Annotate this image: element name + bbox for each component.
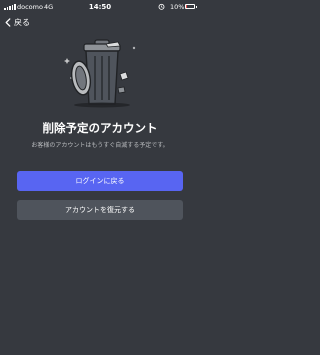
status-bar: docomo 4G 14:50 10%	[0, 0, 200, 14]
trash-can-illustration	[64, 39, 136, 108]
battery-level-fill	[186, 5, 187, 8]
page-title: 削除予定のアカウント	[42, 121, 158, 135]
battery-icon	[185, 4, 197, 9]
restore-account-button[interactable]: アカウントを復元する	[17, 200, 183, 220]
page-subtitle: お客様のアカウントはもうすぐ自滅する予定です。	[31, 142, 169, 149]
back-button[interactable]: 戻る	[4, 15, 30, 29]
return-to-login-button[interactable]: ログインに戻る	[17, 171, 183, 191]
back-label: 戻る	[14, 17, 30, 27]
chevron-left-icon	[5, 17, 11, 27]
battery-percentage: 10%	[170, 3, 185, 11]
alarm-icon	[158, 3, 165, 10]
